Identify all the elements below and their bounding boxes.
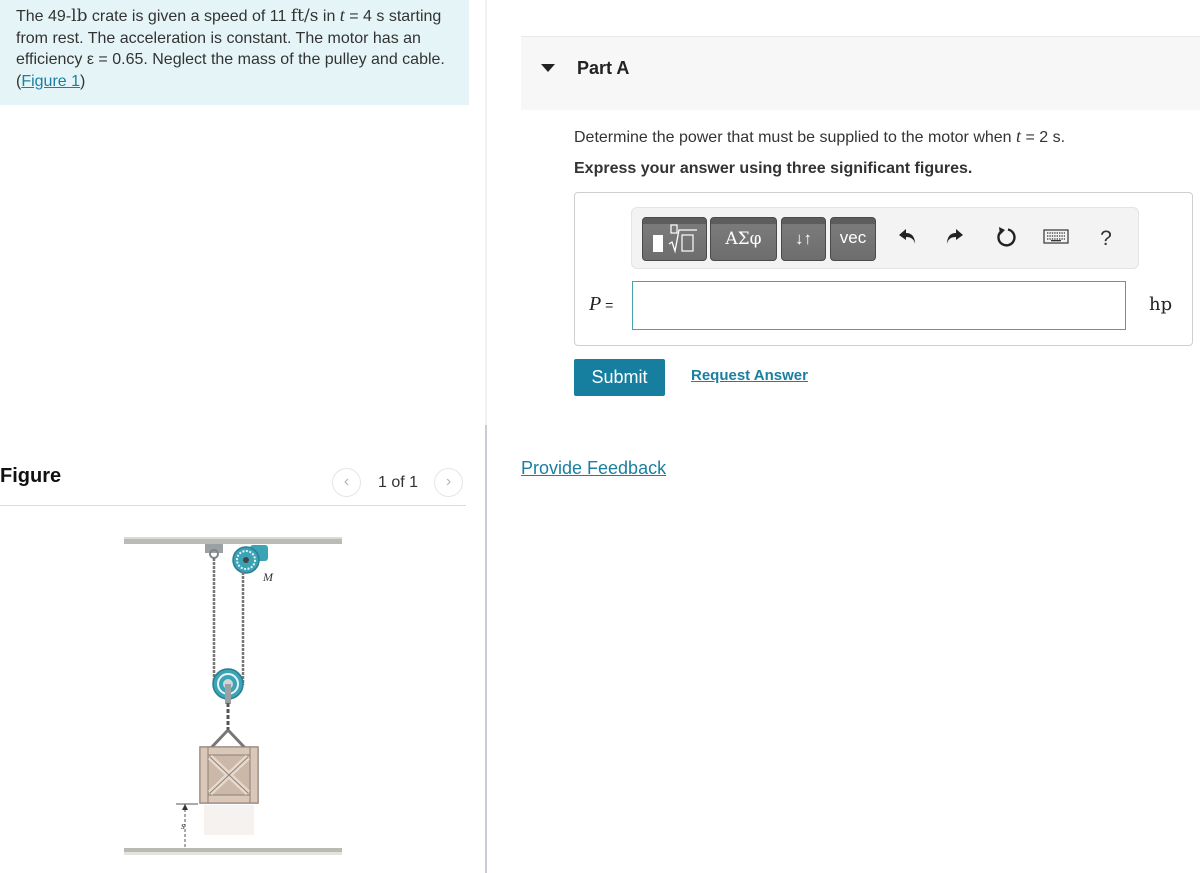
problem-segment: The 49- [16, 8, 72, 25]
question-before: Determine the power that must be supplie… [574, 129, 1017, 146]
chevron-right-icon: › [445, 473, 452, 490]
ceiling-bracket [205, 544, 223, 553]
subscript-superscript-button[interactable]: ↓↑ [781, 217, 826, 261]
ceiling-top [124, 537, 342, 539]
undo-icon[interactable] [894, 225, 922, 253]
variable-symbol: P [589, 293, 602, 315]
part-a-header[interactable]: Part A [521, 36, 1200, 110]
keyboard-icon[interactable] [1042, 225, 1070, 253]
answer-input[interactable] [632, 281, 1126, 330]
variable-label: P = [589, 293, 613, 316]
crate-icon [199, 746, 259, 804]
previous-figure-button[interactable]: ‹ [332, 468, 361, 497]
provide-feedback-link[interactable]: Provide Feedback [521, 458, 666, 479]
problem-segment: crate is given a speed of 11 [87, 8, 291, 25]
distance-label: s [181, 821, 185, 832]
problem-segment: in [318, 8, 340, 25]
figure-link[interactable]: Figure 1 [21, 73, 80, 90]
problem-segment: ft/s [290, 6, 319, 26]
crate-sling [208, 728, 248, 751]
problem-segment: lb [71, 6, 88, 26]
equals-sign: = [601, 297, 614, 313]
vector-button[interactable]: vec [830, 217, 876, 261]
motion-trail [204, 805, 254, 835]
request-answer-link[interactable]: Request Answer [691, 367, 808, 384]
chevron-left-icon: ‹ [343, 473, 350, 490]
greek-symbols-button[interactable]: ΑΣφ [710, 217, 777, 261]
submit-button[interactable]: Submit [574, 359, 665, 396]
figure-title: Figure [0, 465, 62, 487]
figure-header: Figure ‹ 1 of 1 › [0, 462, 466, 506]
answer-instruction: Express your answer using three signific… [574, 160, 973, 177]
pulley-crate-figure: M s [124, 537, 342, 855]
figure-pager-count: 1 of 1 [378, 474, 419, 491]
motor-label: M [262, 570, 274, 584]
question-after: = 2 s. [1021, 129, 1066, 146]
unit-label: hp [1149, 294, 1173, 315]
column-divider-scrollbar[interactable] [485, 0, 487, 873]
reset-icon[interactable] [992, 225, 1020, 253]
next-figure-button[interactable]: › [434, 468, 463, 497]
templates-button[interactable] [642, 217, 707, 261]
floor-shadow [124, 852, 342, 855]
floor [124, 848, 342, 852]
caret-down-icon[interactable] [541, 64, 555, 72]
root-template-icon [653, 224, 697, 254]
help-icon[interactable]: ? [1092, 225, 1120, 253]
question-text: Determine the power that must be supplie… [574, 126, 1065, 147]
part-title: Part A [577, 58, 630, 78]
redo-icon[interactable] [940, 225, 968, 253]
scrollbar-thumb[interactable] [485, 425, 487, 873]
motor-icon [232, 545, 268, 574]
dimension-arrow [182, 804, 188, 810]
problem-close-paren: ) [80, 72, 86, 90]
answer-box: ΑΣφ ↓↑ vec ? P = hp [574, 192, 1193, 346]
problem-statement: The 49-lb crate is given a speed of 11 f… [0, 0, 469, 105]
math-toolbar: ΑΣφ ↓↑ vec ? [631, 207, 1139, 269]
pulley-icon [212, 668, 244, 704]
